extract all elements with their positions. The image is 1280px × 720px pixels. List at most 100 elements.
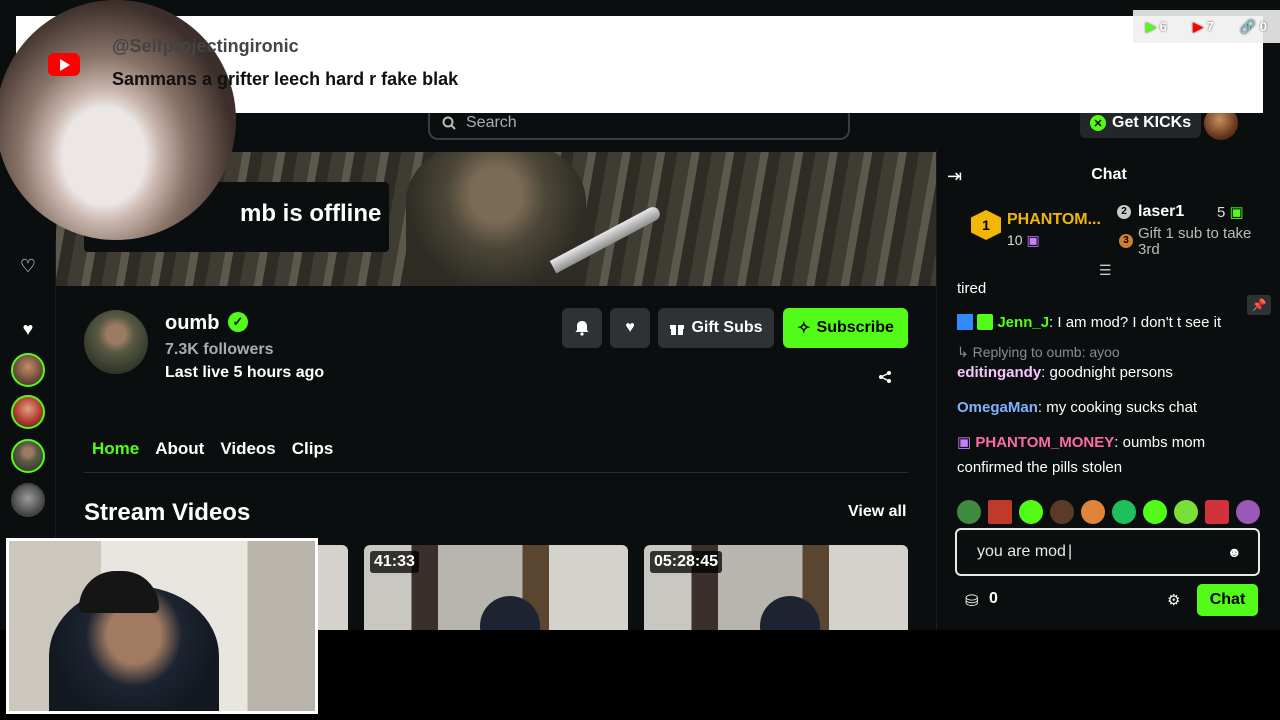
chat-message: Jenn_J: I am mod? I don't t see it xyxy=(957,310,1257,335)
youtube-comment-text: Sammans a grifter leech hard r fake blak xyxy=(112,69,459,89)
search-placeholder: Search xyxy=(466,114,517,131)
video-thumbnail-person xyxy=(480,596,541,630)
channel-name[interactable]: oumb xyxy=(165,312,219,335)
chat-panel: ⇥ Chat 1 PHANTOM... 10 ▣ 2 laser1 5 ▣ 3 … xyxy=(936,150,1280,630)
top-gifter-count: 10 ▣ xyxy=(1007,232,1040,248)
video-thumbnail-person xyxy=(760,596,821,630)
heart-icon: ♥ xyxy=(625,319,635,336)
followed-channel-avatar[interactable] xyxy=(11,395,45,429)
channel-points-count: 0 xyxy=(989,590,998,607)
chat-input-value: you are mod xyxy=(977,543,1066,560)
subscribe-label: Subscribe xyxy=(816,319,894,336)
gift-subs-label: Gift Subs xyxy=(691,319,763,336)
emote-icon[interactable] xyxy=(1174,500,1198,524)
follower-count: 7.3K followers xyxy=(165,341,274,358)
chat-input[interactable]: you are mod | xyxy=(955,528,1260,576)
tab-home[interactable]: Home xyxy=(84,438,147,472)
reply-icon: ↳ xyxy=(957,344,973,360)
verified-badge-icon: ✓ xyxy=(228,312,248,332)
send-chat-button[interactable]: Chat xyxy=(1197,584,1258,616)
last-live-status: Last live 5 hours ago xyxy=(165,364,325,381)
message-text: : goodnight persons xyxy=(1041,364,1173,381)
section-title: Stream Videos xyxy=(84,499,251,526)
message-username[interactable]: PHANTOM_MONEY xyxy=(975,434,1114,451)
gift-icon: ▣ xyxy=(1026,232,1040,248)
message-username[interactable]: OmegaMan xyxy=(957,399,1038,416)
kicks-coin-icon: ✕ xyxy=(1090,115,1106,131)
tab-about[interactable]: About xyxy=(147,438,212,472)
youtube-commenter-handle: @Selfprojectingironic xyxy=(112,36,299,56)
channel-avatar[interactable] xyxy=(84,310,148,374)
youtube-logo-icon xyxy=(48,53,80,76)
chat-message: editingandy: goodnight persons xyxy=(957,360,1257,385)
gifter-rank-badge: 2 xyxy=(1117,205,1131,219)
video-duration: 05:28:45 xyxy=(650,551,723,573)
top-gifter-name[interactable]: laser1 xyxy=(1138,203,1184,221)
link-count: 🔗 0 xyxy=(1239,18,1267,34)
top-gifter-name[interactable]: PHANTOM... xyxy=(1007,211,1101,229)
gift-icon: ▣ xyxy=(1229,204,1244,221)
message-username[interactable]: Jenn_J xyxy=(997,314,1049,331)
heart-icon[interactable]: ♥ xyxy=(18,319,38,339)
subscriber-badge-icon xyxy=(977,314,994,330)
chat-title: Chat xyxy=(1091,166,1127,183)
message-text: tired xyxy=(957,280,987,297)
message-username[interactable]: editingandy xyxy=(957,364,1041,381)
bell-icon xyxy=(575,321,589,336)
emote-icon[interactable] xyxy=(1205,500,1229,524)
chat-message: OmegaMan: my cooking sucks chat xyxy=(957,395,1257,420)
message-text: : I am mod? I don't t see it xyxy=(1049,314,1222,331)
emoji-icon[interactable]: ☻ xyxy=(1227,544,1242,560)
streamer-cap xyxy=(79,571,159,613)
moderator-badge-icon xyxy=(957,314,973,330)
follow-button[interactable]: ♥ xyxy=(610,308,650,348)
notification-bell-button[interactable] xyxy=(562,308,602,348)
subscribe-button[interactable]: ✧ Subscribe xyxy=(783,308,908,348)
emote-icon[interactable] xyxy=(1112,500,1136,524)
following-heart-icon[interactable]: ♡ xyxy=(18,256,38,276)
followed-channel-avatar[interactable] xyxy=(11,439,45,473)
pepe-emote-icon[interactable] xyxy=(957,500,981,524)
video-duration: 41:33 xyxy=(370,551,419,573)
video-thumbnail[interactable]: 41:33 xyxy=(364,545,628,630)
sparkle-icon: ✧ xyxy=(797,320,811,337)
followed-channel-avatar[interactable] xyxy=(11,483,45,517)
link-icon: 🔗 xyxy=(1239,18,1257,34)
emote-icon[interactable] xyxy=(1236,500,1260,524)
tab-videos[interactable]: Videos xyxy=(212,438,283,472)
emote-icon[interactable] xyxy=(1081,500,1105,524)
youtube-icon: ▶ xyxy=(1192,18,1203,34)
followed-channel-avatar[interactable] xyxy=(11,353,45,387)
gift-badge-icon: ▣ xyxy=(957,434,972,451)
streamer-webcam xyxy=(6,538,318,714)
chat-message: ▣ PHANTOM_MONEY: oumbs mom confirmed the… xyxy=(957,430,1257,480)
chat-message: tired xyxy=(957,276,1257,301)
emote-icon[interactable] xyxy=(988,500,1012,524)
emote-icon[interactable] xyxy=(1143,500,1167,524)
get-kicks-label: Get KICKs xyxy=(1112,114,1192,131)
video-thumbnail[interactable]: 05:28:45 xyxy=(644,545,908,630)
search-icon xyxy=(442,116,456,130)
gift-subs-button[interactable]: Gift Subs xyxy=(658,308,774,348)
gear-icon[interactable]: ⚙ xyxy=(1167,591,1180,609)
channel-points-icon[interactable]: ⛁ xyxy=(965,591,978,611)
emote-icon[interactable] xyxy=(1050,500,1074,524)
kick-icon: ▶ xyxy=(1146,18,1157,34)
youtube-viewers: ▶ 7 xyxy=(1192,18,1214,34)
tab-clips[interactable]: Clips xyxy=(284,438,342,472)
channel-tabs: Home About Videos Clips xyxy=(84,438,908,473)
message-text: : my cooking sucks chat xyxy=(1037,399,1198,416)
offline-text: mb is offline xyxy=(240,200,382,227)
gift-icon xyxy=(670,325,685,335)
emote-bar xyxy=(957,500,1267,524)
gifter-rank-badge: 3 xyxy=(1119,234,1133,248)
viewer-stats-overlay: ▶ 6 ▶ 7 🔗 0 xyxy=(1133,10,1280,43)
view-all-link[interactable]: View all xyxy=(848,503,906,521)
reply-text: Replying to oumb: ayoo xyxy=(972,344,1120,360)
share-icon[interactable] xyxy=(878,370,892,387)
gift-prompt[interactable]: Gift 1 sub to take 3rd xyxy=(1138,226,1268,258)
gifter-rank-badge: 1 xyxy=(971,210,1001,240)
kick-viewers: ▶ 6 xyxy=(1146,18,1167,34)
top-gifter-count: 5 ▣ xyxy=(1217,204,1244,221)
emote-icon[interactable] xyxy=(1019,500,1043,524)
